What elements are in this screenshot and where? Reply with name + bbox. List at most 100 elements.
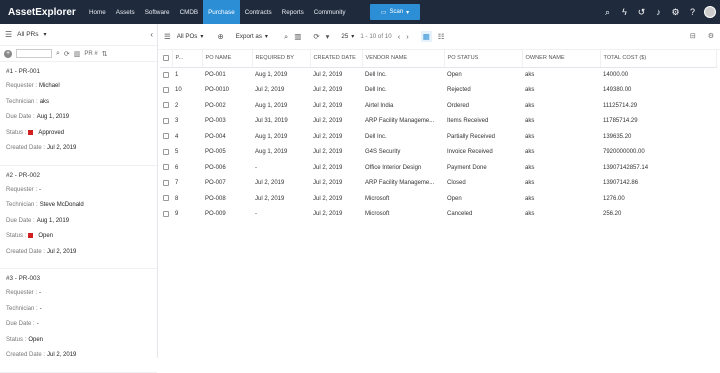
table-row[interactable]: 9 PO-009- Jul 2, 2019 Microsoft Canceled aks 2… xyxy=(160,207,716,223)
pr-card-id[interactable]: #3 - PR-003 xyxy=(6,275,151,282)
po-name-link[interactable]: PO-004 xyxy=(202,129,252,145)
per-page-label: 25 xyxy=(341,33,349,40)
table-cell: Microsoft xyxy=(365,211,390,218)
columns-icon[interactable]: ▥ xyxy=(294,32,301,41)
po-name-link[interactable]: PO-003 xyxy=(202,114,252,130)
nav-item-home[interactable]: Home xyxy=(84,0,111,24)
pr-search-input[interactable] xyxy=(16,49,52,58)
prev-page-icon[interactable]: ‹ xyxy=(398,32,401,41)
po-name-link[interactable]: PO-009 xyxy=(202,207,252,223)
pr-filter-header: ☰ All PRs ▾ xyxy=(0,24,157,46)
row-checkbox[interactable] xyxy=(163,210,169,217)
history-icon[interactable]: ↺ xyxy=(636,7,647,18)
pr-card[interactable]: #2 - PR-002 Requester : - Technician : Steve… xyxy=(0,166,157,269)
po-name-link[interactable]: PO-007 xyxy=(202,176,252,192)
next-page-icon[interactable]: › xyxy=(406,32,409,41)
list-view-icon[interactable]: ☰ xyxy=(164,32,171,41)
table-cell: Aug 1, 2019 xyxy=(255,149,288,156)
per-page-dropdown[interactable]: 25 ▾ xyxy=(341,33,354,40)
nav-item-purchase[interactable]: Purchase xyxy=(203,0,240,24)
nav-item-cmdb[interactable]: CMDB xyxy=(175,0,204,24)
table-row[interactable]: 8 PO-008 Jul 2, 2019 Jul 2, 2019 Microsoft Op… xyxy=(160,191,716,207)
row-checkbox[interactable] xyxy=(163,195,169,202)
scan-button[interactable]: ▭ Scan ▾ xyxy=(370,4,420,20)
column-header[interactable]: PO NAME xyxy=(202,50,253,68)
po-toolbar: ☰ All POs ▾ ⊕ Export as ▾ ⌕ ▥ ⟳ ▾ 25 ▾ 1 - … xyxy=(158,24,720,50)
notifications-icon[interactable]: ♪ xyxy=(653,7,664,17)
nav-item-software[interactable]: Software xyxy=(140,0,175,24)
pr-card[interactable]: #1 - PR-001 Requester : Michael Technician … xyxy=(0,62,157,166)
report-icon[interactable]: ⊟ xyxy=(690,32,696,40)
table-row[interactable]: 6 PO-006- Jul 2, 2019 Office Interior Desig… xyxy=(160,160,716,176)
refresh-icon[interactable]: ⟳ xyxy=(313,32,319,41)
columns-icon[interactable]: ▥ xyxy=(74,50,81,58)
row-checkbox[interactable] xyxy=(163,71,169,78)
split-view-icon[interactable]: ☷ xyxy=(438,32,445,41)
chevron-down-icon[interactable]: ▾ xyxy=(326,32,330,41)
po-name-link[interactable]: PO-005 xyxy=(202,145,252,161)
pr-card-technician-label: Technician : xyxy=(6,305,38,312)
nav-item-community[interactable]: Community xyxy=(309,0,351,24)
refresh-icon[interactable]: ⟳ xyxy=(64,50,70,58)
po-name-link[interactable]: PO-008 xyxy=(202,191,252,207)
grid-view-icon[interactable]: ▦ xyxy=(420,31,432,42)
sort-dropdown[interactable]: PR # xyxy=(84,51,97,57)
search-icon[interactable]: ⌕ xyxy=(284,32,288,42)
row-checkbox[interactable] xyxy=(163,133,169,140)
avatar[interactable] xyxy=(704,6,716,18)
row-checkbox[interactable] xyxy=(163,102,169,109)
pr-card-id[interactable]: #1 - PR-001 xyxy=(6,68,151,75)
pr-card-id[interactable]: #2 - PR-002 xyxy=(6,172,151,179)
search-icon[interactable]: ⌕ xyxy=(56,50,60,58)
row-checkbox[interactable] xyxy=(163,179,169,186)
po-name-link[interactable]: PO-002 xyxy=(202,98,252,114)
row-checkbox[interactable] xyxy=(163,117,169,124)
table-row[interactable]: 1 PO-001 Aug 1, 2019 Jul 2, 2019 Dell Inc. Op… xyxy=(160,67,716,83)
add-pr-button[interactable]: + xyxy=(4,49,12,58)
table-row[interactable]: 2 PO-002 Aug 1, 2019 Jul 2, 2019 Airtel Indi… xyxy=(160,98,716,114)
table-row[interactable]: 3 PO-003 Jul 31, 2019 Jul 2, 2019 ARP Facili… xyxy=(160,114,716,130)
po-filter-dropdown[interactable]: All POs ▾ xyxy=(177,33,204,40)
table-row[interactable]: 7 PO-007 Jul 2, 2019 Jul 2, 2019 ARP Facilit… xyxy=(160,176,716,192)
table-row[interactable]: 4 PO-004 Aug 1, 2019 Jul 2, 2019 Dell Inc. Pa… xyxy=(160,129,716,145)
column-header[interactable]: PO STATUS xyxy=(444,50,523,68)
po-table: P... PO NAME REQUIRED BY CREATED DATE VENDOR… xyxy=(160,50,717,222)
table-cell: Jul 2, 2019 xyxy=(313,180,343,187)
po-name-link[interactable]: PO-001 xyxy=(202,67,252,83)
row-checkbox[interactable] xyxy=(163,148,169,155)
pr-card-due: Due Date : Aug 1, 2019 xyxy=(6,218,151,234)
pr-filter-dropdown[interactable]: All PRs xyxy=(17,31,38,38)
settings-icon[interactable]: ⚙ xyxy=(708,32,714,40)
help-icon[interactable]: ? xyxy=(687,7,698,17)
table-cell: aks xyxy=(525,149,535,156)
search-icon[interactable]: ⌕ xyxy=(602,7,613,18)
settings-icon[interactable]: ⚙ xyxy=(670,7,681,18)
pr-card-due: Due Date :- xyxy=(6,321,151,337)
nav-item-reports[interactable]: Reports xyxy=(277,0,309,24)
column-header[interactable]: P... xyxy=(172,50,203,68)
table-cell: 4 xyxy=(175,133,179,140)
row-checkbox[interactable] xyxy=(163,86,169,93)
po-name-link[interactable]: PO-006 xyxy=(202,160,252,176)
pr-card[interactable]: #3 - PR-003 Requester : - Technician : - Due … xyxy=(0,269,157,373)
table-row[interactable]: 10 PO-0010 Jul 2, 2019 Jul 2, 2019 Dell Inc.… xyxy=(160,83,716,99)
chevron-down-icon[interactable]: ▾ xyxy=(43,31,46,38)
column-header[interactable]: REQUIRED BY xyxy=(252,50,311,68)
nav-item-assets[interactable]: Assets xyxy=(111,0,140,24)
table-row[interactable]: 5 PO-005 Aug 1, 2019 Jul 2, 2019 G4S Securit… xyxy=(160,145,716,161)
app-logo[interactable]: AssetExplorer xyxy=(0,7,84,18)
column-header[interactable]: VENDOR NAME xyxy=(362,50,445,68)
select-all-checkbox[interactable] xyxy=(163,55,169,61)
add-po-icon[interactable]: ⊕ xyxy=(217,32,223,41)
table-cell: 2 xyxy=(175,102,179,109)
nav-item-contracts[interactable]: Contracts xyxy=(240,0,277,24)
collapse-sidebar-icon[interactable]: ‹ xyxy=(150,30,153,39)
export-dropdown[interactable]: Export as ▾ xyxy=(236,33,268,40)
column-header[interactable]: OWNER NAME xyxy=(522,50,601,68)
row-checkbox[interactable] xyxy=(163,164,169,171)
column-header[interactable]: CREATED DATE xyxy=(310,50,363,68)
po-name-link[interactable]: PO-0010 xyxy=(202,83,252,99)
column-header[interactable]: TOTAL COST ($) xyxy=(600,50,717,68)
sort-order-icon[interactable]: ⇅ xyxy=(102,50,108,58)
quick-actions-icon[interactable]: ϟ xyxy=(619,7,630,17)
